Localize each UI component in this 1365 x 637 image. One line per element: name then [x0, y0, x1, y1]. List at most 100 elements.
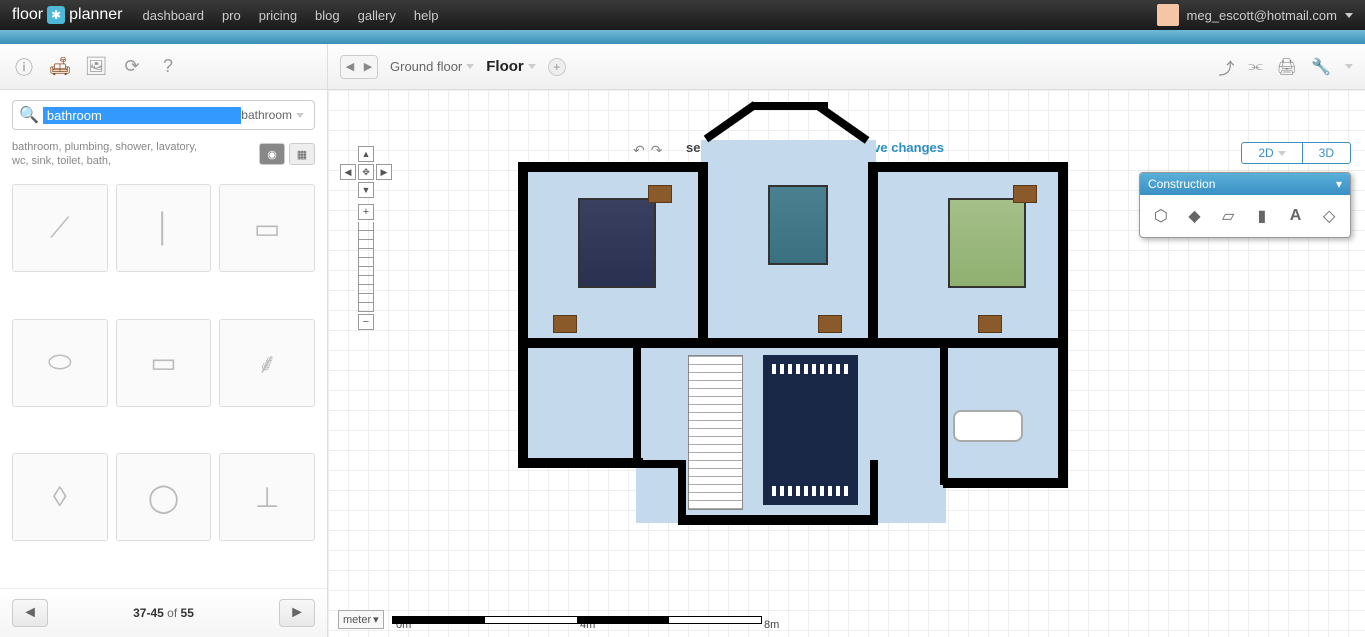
dimension-tool-icon[interactable]: ◇ [1316, 203, 1342, 229]
catalog-item-mirror[interactable]: ◊ [12, 453, 108, 541]
sync-icon[interactable]: ⟳ [120, 55, 144, 79]
surface-tool-icon[interactable]: ▱ [1215, 203, 1241, 229]
text-tool-icon[interactable]: A [1283, 203, 1309, 229]
search-input[interactable] [43, 107, 241, 124]
user-email: meg_escott@hotmail.com [1187, 8, 1337, 23]
catalog-item-sink[interactable]: ⊥ [219, 453, 315, 541]
view-3d-thumb[interactable]: ◉ [259, 143, 285, 165]
furniture-icon[interactable]: 🛋 [48, 55, 72, 79]
nav-back[interactable]: ◀ [341, 56, 359, 78]
filter-dropdown[interactable]: bathroom [241, 108, 308, 122]
pan-zoom-controls: ▲ ◀ ✥ ▶ ▼ + − [340, 146, 392, 332]
scale-8m: 8m [764, 619, 779, 631]
accent-bar [0, 30, 1365, 44]
pan-down[interactable]: ▼ [358, 182, 374, 198]
canvas-toolbar: ◀ ▶ Ground floor Floor + ⤴ ⫘ 🖨 🔧 [328, 44, 1365, 90]
tags-row: bathroom, plumbing, shower, lavatory, wc… [0, 140, 327, 176]
logo-text-left: floor [12, 6, 43, 24]
top-navigation: floor ✱ planner dashboard pro pricing bl… [0, 0, 1365, 30]
page-range: 37-45 [133, 606, 164, 620]
construction-tools: ⬡ ◆ ▱ ▮ A ◇ [1140, 195, 1350, 237]
zoom-in[interactable]: + [358, 204, 374, 220]
scale-ruler [392, 616, 762, 624]
search-row: 🔍 bathroom [0, 90, 327, 140]
nav-forward[interactable]: ▶ [359, 56, 377, 78]
next-page-button[interactable]: ► [279, 599, 315, 627]
tags-text: bathroom, plumbing, shower, lavatory, wc… [12, 140, 212, 168]
pan-center[interactable]: ✥ [358, 164, 374, 180]
help-icon[interactable]: ? [156, 55, 180, 79]
sidebar: ⓘ 🛋 🖼 ⟳ ? 🔍 bathroom bathroom, plumbing,… [0, 44, 328, 637]
filter-label: bathroom [241, 108, 292, 122]
prev-page-button[interactable]: ◄ [12, 599, 48, 627]
construction-title: Construction [1148, 177, 1215, 191]
user-menu[interactable]: meg_escott@hotmail.com [1157, 4, 1353, 26]
zoom-out[interactable]: − [358, 314, 374, 330]
view-3d-button[interactable]: 3D [1302, 142, 1351, 164]
construction-header[interactable]: Construction ▾ [1140, 173, 1350, 195]
nav-pricing[interactable]: pricing [259, 8, 297, 23]
logo-icon: ✱ [47, 6, 65, 24]
info-icon[interactable]: ⓘ [12, 55, 36, 79]
search-icon: 🔍 [19, 105, 39, 125]
share-icon[interactable]: ⫘ [1248, 58, 1262, 76]
canvas[interactable]: ▲ ◀ ✥ ▶ ▼ + − ↶ ↷ second design [328, 90, 1365, 637]
unit-dropdown[interactable]: meter ▾ [338, 610, 384, 629]
history-nav: ◀ ▶ [340, 55, 378, 79]
avatar [1157, 4, 1179, 26]
floorplan[interactable] [518, 130, 1088, 550]
catalog-item-tub-oval[interactable]: ⬭ [12, 319, 108, 407]
caret-down-icon: ▾ [373, 613, 379, 626]
catalog-item-urinal[interactable]: ◯ [116, 453, 212, 541]
nav-gallery[interactable]: gallery [358, 8, 396, 23]
collapse-icon[interactable]: ▾ [1336, 177, 1342, 191]
floor-name-dropdown[interactable]: Floor [486, 58, 536, 75]
page-info: 37-45 of 55 [133, 606, 194, 620]
door-tool-icon[interactable]: ▮ [1249, 203, 1275, 229]
room-tool-icon[interactable]: ⬡ [1148, 203, 1174, 229]
pan-right[interactable]: ▶ [376, 164, 392, 180]
zoom-slider[interactable] [358, 222, 374, 312]
sidebar-toolbar: ⓘ 🛋 🖼 ⟳ ? [0, 44, 327, 90]
canvas-area: ◀ ▶ Ground floor Floor + ⤴ ⫘ 🖨 🔧 [328, 44, 1365, 637]
catalog-item-drain[interactable]: ⟋ [12, 184, 108, 272]
page-total: 55 [181, 606, 194, 620]
logo[interactable]: floor ✱ planner [12, 6, 123, 24]
catalog-item-shower[interactable]: ⸙ [219, 319, 315, 407]
caret-down-icon[interactable] [1345, 64, 1353, 69]
caret-down-icon [1345, 13, 1353, 18]
wall-tool-icon[interactable]: ◆ [1182, 203, 1208, 229]
caret-down-icon [1278, 151, 1286, 156]
page-of: of [167, 606, 177, 620]
view-mode-toggle: 2D 3D [1241, 142, 1351, 164]
floor-level-dropdown[interactable]: Ground floor [390, 59, 474, 74]
pan-up[interactable]: ▲ [358, 146, 374, 162]
caret-down-icon [466, 64, 474, 69]
view-toggle: ◉ ▦ [259, 143, 315, 165]
catalog-grid: ⟋ │ ▭ ⬭ ▭ ⸙ ◊ ◯ ⊥ [0, 176, 327, 588]
pagination: ◄ 37-45 of 55 ► [0, 588, 327, 637]
canvas-right-tools: ⤴ ⫘ 🖨 🔧 [1218, 55, 1353, 79]
floor-name-label: Floor [486, 58, 524, 75]
nav-blog[interactable]: blog [315, 8, 340, 23]
logo-text-right: planner [69, 6, 122, 24]
add-floor-button[interactable]: + [548, 58, 566, 76]
catalog-item-faucet[interactable]: │ [116, 184, 212, 272]
caret-down-icon [296, 113, 304, 118]
caret-down-icon [528, 64, 536, 69]
images-icon[interactable]: 🖼 [84, 55, 108, 79]
scale-bar: meter ▾ [338, 610, 762, 629]
view-2d-button[interactable]: 2D [1241, 142, 1301, 164]
nav-help[interactable]: help [414, 8, 439, 23]
nav-dashboard[interactable]: dashboard [143, 8, 204, 23]
export-icon[interactable]: ⤴ [1218, 55, 1234, 79]
nav-pro[interactable]: pro [222, 8, 241, 23]
print-icon[interactable]: 🖨 [1277, 57, 1297, 77]
view-2d-label: 2D [1258, 146, 1273, 160]
pan-left[interactable]: ◀ [340, 164, 356, 180]
catalog-item-bathtub[interactable]: ▭ [219, 184, 315, 272]
settings-icon[interactable]: 🔧 [1311, 57, 1331, 77]
catalog-item-tub-modern[interactable]: ▭ [116, 319, 212, 407]
unit-label: meter [343, 614, 371, 626]
view-2d-thumb[interactable]: ▦ [289, 143, 315, 165]
